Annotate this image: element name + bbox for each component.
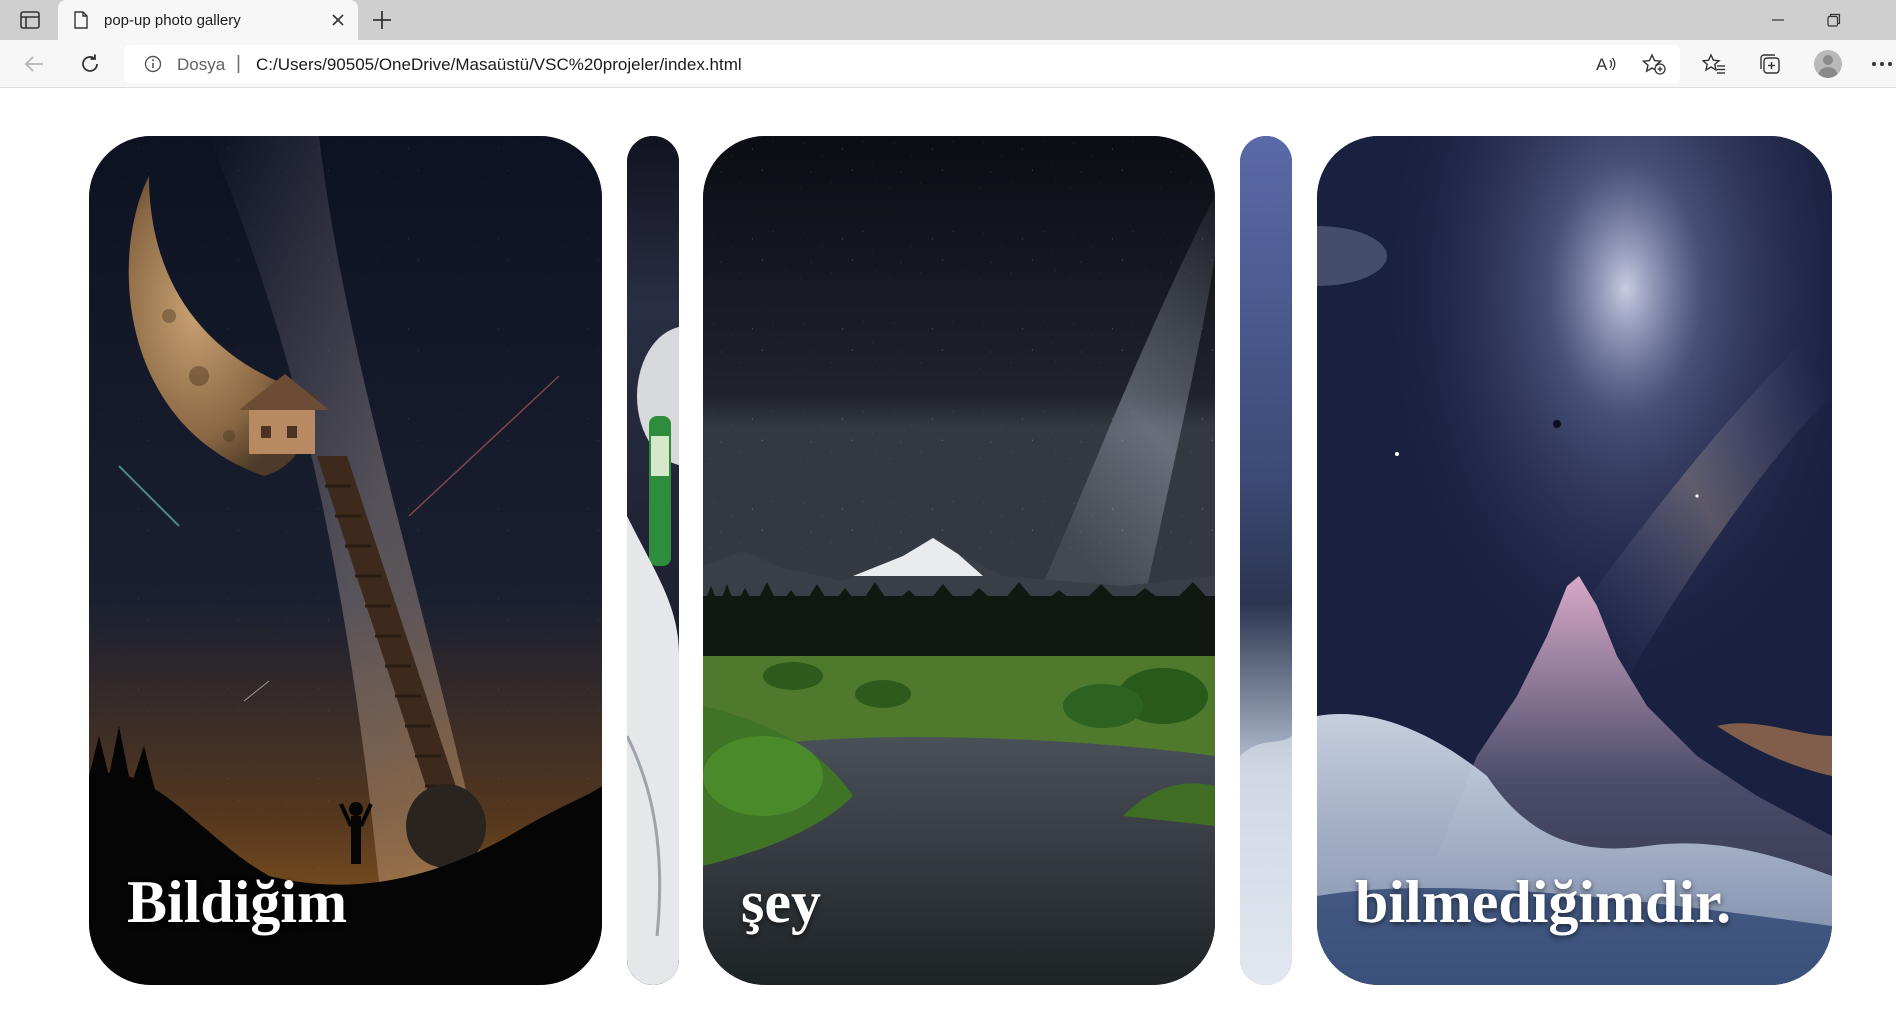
close-tab-button[interactable]	[328, 10, 348, 30]
panel-caption: şey	[741, 869, 821, 935]
favorites-button[interactable]	[1700, 50, 1728, 78]
panel-caption: Bildiğim	[127, 869, 348, 935]
restore-icon	[1827, 13, 1841, 27]
mountain-galaxy-image	[1317, 136, 1832, 985]
collections-button[interactable]	[1756, 50, 1784, 78]
river-valley-image	[703, 136, 1215, 985]
refresh-button[interactable]	[76, 50, 104, 78]
gallery-panel-moon-ladder[interactable]: Bildiğim	[89, 136, 602, 985]
close-icon	[332, 14, 344, 26]
gallery-panel-blue-strip[interactable]	[1240, 136, 1292, 985]
blue-strip-image	[1240, 136, 1292, 985]
panel-caption: bilmediğimdir.	[1355, 869, 1732, 935]
site-security-label[interactable]: Dosya	[177, 55, 225, 75]
gallery-panel-astronaut[interactable]	[627, 136, 679, 985]
avatar-body	[1818, 67, 1838, 78]
gallery-panel-river-valley[interactable]: şey	[703, 136, 1215, 985]
moon-ladder-image	[89, 136, 602, 985]
minimize-icon	[1772, 19, 1784, 21]
more-button[interactable]	[1868, 50, 1896, 78]
star-plus-icon[interactable]	[1642, 53, 1666, 75]
svg-text:A: A	[1596, 55, 1608, 74]
plus-icon	[373, 11, 391, 29]
collections-icon	[1760, 54, 1780, 74]
back-button[interactable]	[20, 50, 48, 78]
url-text[interactable]: C:/Users/90505/OneDrive/Masaüstü/VSC%20p…	[256, 55, 742, 75]
sidebar-toggle-button[interactable]	[16, 8, 44, 32]
more-icon	[1872, 62, 1892, 66]
address-bar-row: Dosya | C:/Users/90505/OneDrive/Masaüstü…	[0, 40, 1896, 88]
avatar-head	[1823, 55, 1833, 65]
restore-button[interactable]	[1814, 4, 1854, 36]
photo-gallery: Bildiğim şey bilmediğimdir.	[89, 136, 1832, 985]
address-bar[interactable]: Dosya | C:/Users/90505/OneDrive/Masaüstü…	[124, 45, 1680, 83]
tab-title: pop-up photo gallery	[104, 12, 241, 29]
sidebar-icon	[20, 11, 40, 29]
back-arrow-icon	[24, 56, 43, 72]
page-icon	[74, 11, 88, 29]
avatar[interactable]	[1814, 50, 1842, 78]
info-icon[interactable]	[144, 55, 162, 73]
read-aloud-icon[interactable]: A	[1594, 53, 1618, 75]
astronaut-image	[627, 136, 679, 985]
gallery-panel-mountain-galaxy[interactable]: bilmediğimdir.	[1317, 136, 1832, 985]
tab-bar: pop-up photo gallery	[0, 0, 1896, 40]
active-tab[interactable]: pop-up photo gallery	[58, 0, 358, 40]
url-divider: |	[236, 53, 241, 74]
new-tab-button[interactable]	[370, 8, 394, 32]
favorites-icon	[1702, 53, 1725, 74]
refresh-icon	[82, 54, 98, 72]
minimize-button[interactable]	[1758, 4, 1798, 36]
